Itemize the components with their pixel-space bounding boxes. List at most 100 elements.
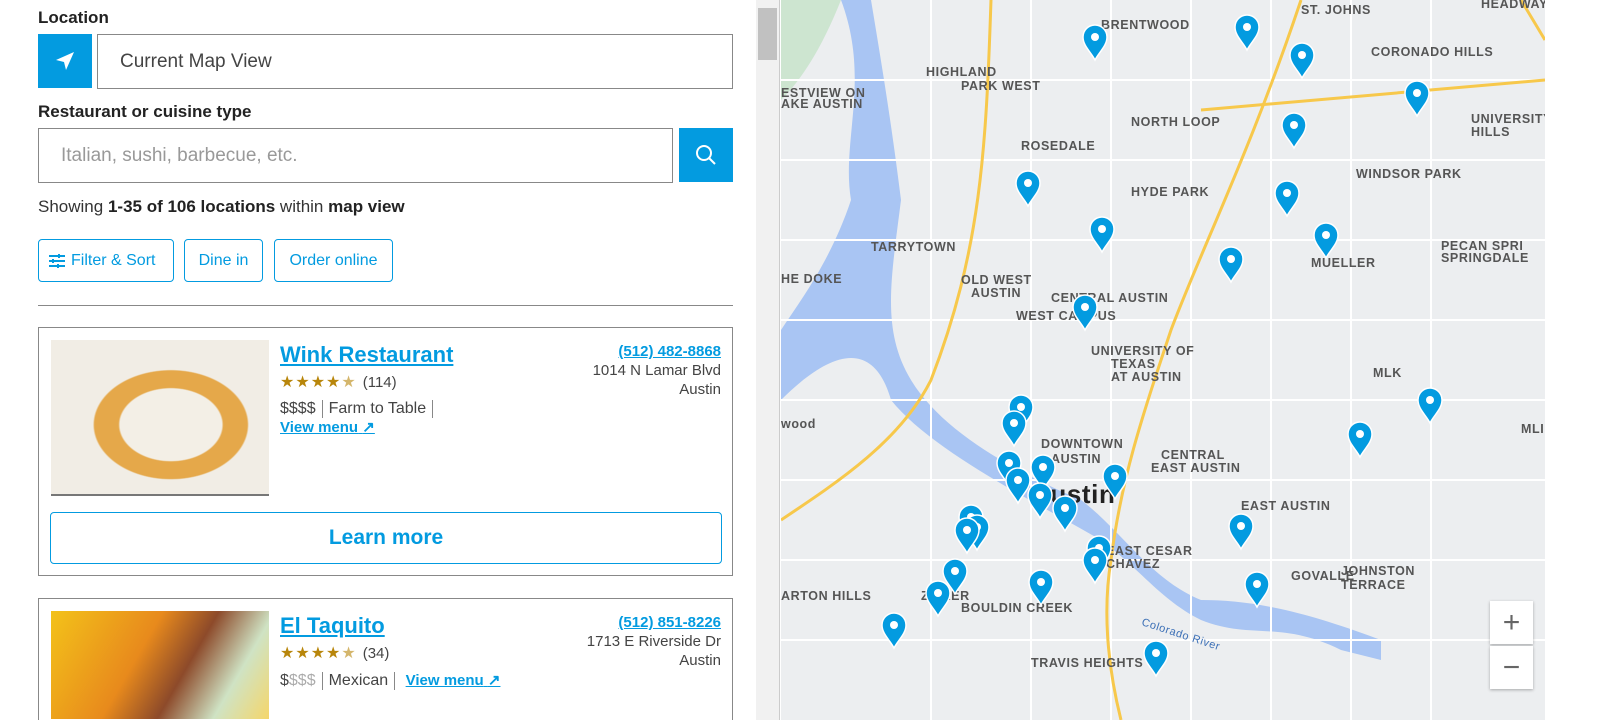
search-button[interactable] [679,128,733,182]
map-label: ARTON HILLS [781,589,871,603]
view-menu-link[interactable]: View menu ↗ [280,419,375,436]
map-label: HEADWAY [1481,0,1545,11]
location-pin-icon[interactable] [1228,513,1254,551]
map-label: CENTRAL AUSTIN [1051,291,1168,305]
filter-sort-button[interactable]: Filter & Sort [38,239,174,282]
map-label: EAST AUSTIN [1151,461,1240,475]
map-label: UNIVERSITY OF [1091,344,1194,358]
restaurant-meta: $$$$ Mexican View menu ↗ [280,671,501,690]
map-label: EAST CESAR [1106,544,1193,558]
map-label: PARK WEST [961,79,1040,93]
location-pin-icon[interactable] [1274,180,1300,218]
restaurant-name-link[interactable]: El Taquito [280,613,385,639]
map-label: CHAVEZ [1106,557,1160,571]
map-label: TRAVIS HEIGHTS [1031,656,1143,670]
location-pin-icon[interactable] [1281,112,1307,150]
map-label: EAST AUSTIN [1241,499,1330,513]
location-pin-icon[interactable] [1082,547,1108,585]
view-menu-link[interactable]: View menu ↗ [406,672,501,689]
park-area [781,0,841,100]
map-label: AKE AUSTIN [781,97,863,111]
map-label: CENTRAL [1161,448,1225,462]
location-pin-icon[interactable] [1218,246,1244,284]
map-label: AT AUSTIN [1111,370,1182,384]
city: Austin [679,381,721,398]
location-pin-icon[interactable] [1143,640,1169,678]
external-link-icon: ↗ [487,672,501,689]
map-label: OLD WEST [961,273,1032,287]
restaurant-photo [51,611,269,719]
star-rating: ★★★★★ (114) [280,374,397,391]
location-pin-icon[interactable] [1244,571,1270,609]
restaurant-meta: $$$$ Farm to Table View menu ↗ [280,400,439,437]
location-pin-icon[interactable] [1015,170,1041,208]
restaurant-card: El Taquito ★★★★★ (34) $$$$ Mexican View me… [38,598,733,720]
location-pin-icon[interactable] [1082,24,1108,62]
location-pin-icon[interactable] [1404,80,1430,118]
map-label: WINDSOR PARK [1356,167,1462,181]
location-pin-icon[interactable] [925,580,951,618]
cuisine-label: Restaurant or cuisine type [38,102,252,121]
phone-link[interactable]: (512) 851-8226 [587,613,721,632]
map-label: HILLS [1471,125,1510,139]
restaurant-photo [51,340,269,496]
results-panel: Location Current Map View Restaurant or … [0,0,756,720]
search-icon [696,145,716,165]
map-label: AUSTIN [1051,452,1101,466]
map-label: CORONADO HILLS [1371,45,1493,59]
map-label: AUSTIN [971,286,1021,300]
map-label: DOWNTOWN [1041,437,1123,451]
star-rating: ★★★★★ (34) [280,645,390,662]
map-label: MLI [1521,422,1544,436]
map-label: wood [781,417,816,431]
order-online-button[interactable]: Order online [274,239,393,282]
map-label: SPRINGDALE [1441,251,1529,265]
dine-in-button[interactable]: Dine in [184,239,263,282]
location-pin-icon[interactable] [881,612,907,650]
location-label: Location [38,8,109,27]
map-label: TEXAS [1111,357,1156,371]
map-label: HE DOKE [781,272,842,286]
zoom-out-button[interactable]: − [1490,646,1533,689]
sliders-icon [49,253,65,268]
zoom-in-button[interactable]: + [1490,601,1533,644]
location-pin-icon[interactable] [1234,14,1260,52]
location-pin-icon[interactable] [1052,495,1078,533]
external-link-icon: ↗ [362,419,375,437]
location-pin-icon[interactable] [1289,42,1315,80]
restaurant-card: Wink Restaurant ★★★★★ (114) $$$$ Farm to T… [38,327,733,576]
restaurant-contact: (512) 482-8868 1014 N Lamar Blvd Austin [593,342,721,399]
address: 1713 E Riverside Dr [586,633,721,650]
map-label: WEST CAMPUS [1016,309,1116,323]
map-label: ROSEDALE [1021,139,1095,153]
scrollbar-thumb[interactable] [758,8,777,60]
map-label: ST. JOHNS [1301,3,1371,17]
use-location-button[interactable] [38,34,92,88]
location-pin-icon[interactable] [1001,410,1027,448]
map-label: MUELLER [1311,256,1376,270]
map-label: MLK [1373,366,1402,380]
map-label: NORTH LOOP [1131,115,1220,129]
location-pin-icon[interactable] [1028,569,1054,607]
learn-more-button[interactable]: Learn more [50,512,722,564]
scrollbar[interactable] [756,0,780,720]
map-label: JOHNSTON [1341,564,1415,578]
map-label: UNIVERSITY [1471,112,1545,126]
location-arrow-icon [56,52,74,70]
map-label: TARRYTOWN [871,240,956,254]
location-pin-icon[interactable] [1313,222,1339,260]
phone-link[interactable]: (512) 482-8868 [593,342,721,361]
location-pin-icon[interactable] [1072,294,1098,332]
cuisine-input[interactable]: Italian, sushi, barbecue, etc. [38,128,673,183]
results-summary: Showing 1-35 of 106 locations within map… [38,197,405,216]
location-input[interactable]: Current Map View [97,34,733,89]
restaurant-contact: (512) 851-8226 1713 E Riverside Dr Austi… [587,613,721,670]
map-label: TERRACE [1341,578,1406,592]
restaurant-name-link[interactable]: Wink Restaurant [280,342,453,368]
map[interactable]: BRENTWOOD ST. JOHNS HEADWAY HIGHLAND PARK WE… [781,0,1545,720]
address: 1014 N Lamar Blvd [592,362,721,379]
location-pin-icon[interactable] [1417,387,1443,425]
map-label: HYDE PARK [1131,185,1209,199]
map-label: BRENTWOOD [1101,18,1190,32]
city: Austin [679,652,721,669]
